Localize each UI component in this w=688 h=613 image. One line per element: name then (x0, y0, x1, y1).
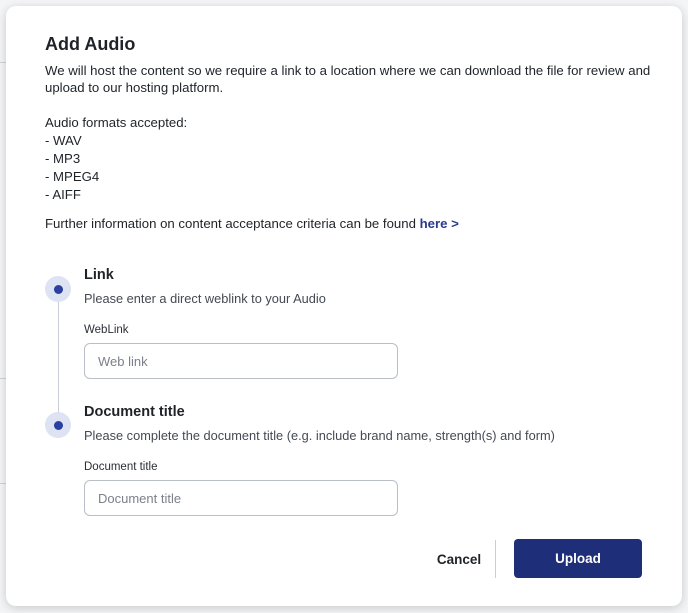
weblink-input[interactable] (84, 343, 398, 379)
step-indicator-document-title (45, 412, 71, 438)
format-item: - WAV (45, 133, 82, 148)
add-audio-modal: Add Audio We will host the content so we… (6, 6, 682, 606)
step-title-document-title: Document title (84, 404, 185, 420)
modal-intro: We will host the content so we require a… (45, 63, 651, 95)
document-title-input[interactable] (84, 480, 398, 516)
step-title-link: Link (84, 267, 114, 283)
step-description-link: Please enter a direct weblink to your Au… (84, 291, 326, 306)
format-item: - AIFF (45, 187, 81, 202)
formats-heading: Audio formats accepted: (45, 115, 188, 130)
further-info: Further information on content acceptanc… (45, 215, 459, 232)
step-indicator-link (45, 276, 71, 302)
stepper-line (58, 296, 59, 420)
upload-button[interactable]: Upload (514, 539, 642, 578)
document-title-label: Document title (84, 461, 158, 473)
further-info-link[interactable]: here > (420, 216, 459, 231)
step-description-document-title: Please complete the document title (e.g.… (84, 428, 555, 443)
format-item: - MPEG4 (45, 169, 100, 184)
weblink-label: WebLink (84, 324, 129, 336)
formats-list: - WAV - MP3 - MPEG4 - AIFF (45, 132, 99, 204)
actions-divider (495, 540, 496, 578)
format-item: - MP3 (45, 151, 81, 166)
cancel-button[interactable]: Cancel (428, 546, 490, 572)
modal-title: Add Audio (45, 34, 136, 54)
further-info-text: Further information on content acceptanc… (45, 216, 420, 231)
